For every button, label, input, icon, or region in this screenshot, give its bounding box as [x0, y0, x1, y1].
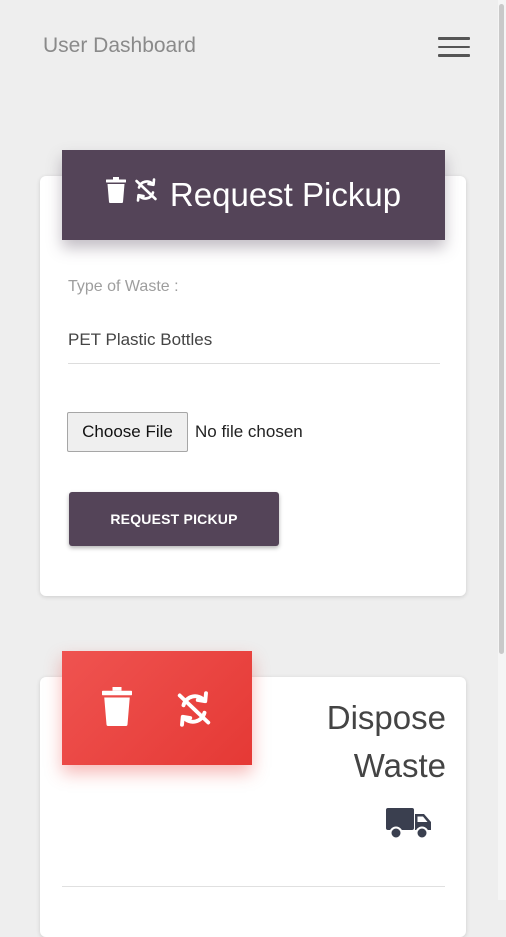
waste-type-label: Type of Waste : [68, 278, 179, 295]
dispose-title-line2: Waste [353, 747, 446, 784]
dispose-waste-header [62, 651, 252, 765]
request-pickup-header: Request Pickup [62, 150, 445, 240]
request-pickup-title: Request Pickup [169, 176, 402, 213]
dispose-title-line1: Dispose [326, 699, 446, 736]
truck-icon [386, 806, 432, 845]
top-bar: User Dashboard [0, 0, 506, 100]
scrollbar[interactable] [498, 0, 506, 900]
dispose-waste-title: Dispose Waste [300, 694, 446, 790]
waste-type-field[interactable]: PET Plastic Bottles [68, 320, 440, 364]
recycle-icon [176, 691, 212, 732]
trash-icon [105, 176, 126, 208]
scrollbar-thumb[interactable] [499, 4, 504, 654]
request-pickup-button[interactable]: REQUEST PICKUP [69, 492, 279, 546]
hamburger-menu-icon[interactable] [438, 37, 470, 59]
file-status-text: No file chosen [195, 422, 303, 441]
choose-file-button[interactable]: Choose File [67, 412, 188, 452]
trash-icon [102, 687, 132, 731]
waste-type-value: PET Plastic Bottles [68, 329, 213, 349]
card-divider [62, 886, 445, 887]
app-title: User Dashboard [43, 34, 196, 57]
recycle-icon [134, 177, 158, 207]
